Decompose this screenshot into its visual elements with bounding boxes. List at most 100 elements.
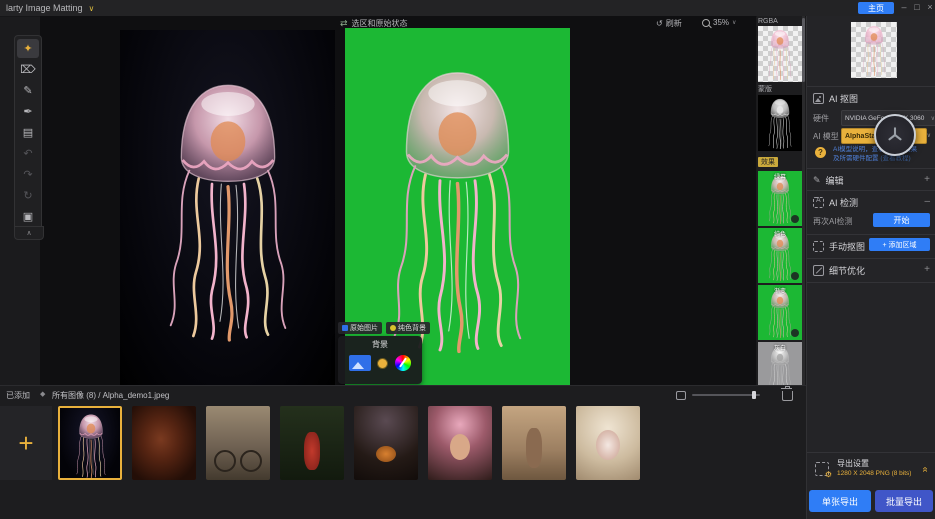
ai-matting-icon — [813, 93, 824, 104]
minimize-button[interactable]: – — [898, 2, 910, 12]
pill-original-image[interactable]: 原始图片 — [338, 322, 382, 334]
export-batch-button[interactable]: 批量导出 — [875, 490, 933, 512]
marquee-tool[interactable]: ▣ — [17, 207, 39, 226]
app-title: larty Image Matting — [6, 3, 83, 13]
filmstrip-thumb-woman-with-bouquet[interactable] — [354, 406, 418, 480]
effect-thumb-3[interactable]: 渐变 — [758, 285, 802, 340]
result-preview-thumb[interactable] — [851, 22, 897, 78]
manual-matting-title: 手动抠图 — [829, 240, 865, 253]
effect-thumb-label: 绿幕 — [758, 172, 802, 181]
floating-logo-badge[interactable] — [874, 114, 916, 156]
refresh-label: 刷新 — [666, 18, 682, 29]
edit-section-header[interactable]: ✎ 编辑 — [813, 174, 844, 187]
filmstrip-thumb-jellyfish[interactable] — [58, 406, 122, 480]
delete-image-icon[interactable] — [782, 391, 793, 401]
add-image-button[interactable]: + — [0, 406, 52, 480]
effect-thumb-4[interactable]: 灰白 — [758, 342, 802, 385]
refresh-button[interactable]: ↺ 刷新 — [656, 18, 682, 29]
effects-label: 效果 — [758, 157, 778, 167]
export-settings-title: 导出设置 — [837, 458, 869, 469]
zoom-control[interactable]: 35% ∨ — [702, 18, 736, 27]
triskelion-logo-icon — [884, 124, 906, 146]
hardware-chevron-down-icon: ∨ — [931, 115, 935, 122]
effect-color-dot — [791, 329, 799, 337]
ai-detect-row-label: 再次AI检测 — [813, 216, 853, 227]
export-collapse-icon[interactable]: » — [920, 467, 931, 473]
eraser-icon: ⌦ — [20, 63, 36, 76]
toolbar-collapse[interactable]: ∧ — [14, 226, 44, 240]
marquee-icon: ▣ — [23, 210, 33, 223]
effects-scrollbar[interactable] — [802, 16, 805, 385]
model-chevron-down-icon: ∨ — [927, 132, 931, 139]
help-icon[interactable]: ? — [815, 147, 826, 158]
collapse-chevron-icon: ∧ — [26, 229, 31, 237]
ai-detect-title: AI 检测 — [829, 196, 858, 209]
effect-color-dot — [791, 215, 799, 223]
roller-tool[interactable]: ▤ — [17, 123, 39, 142]
pen-tool[interactable]: ✎ — [17, 81, 39, 100]
home-button[interactable]: 主页 — [858, 2, 894, 14]
add-region-button[interactable]: + 添加区域 — [869, 238, 930, 251]
thumb-size-slider[interactable] — [692, 394, 760, 396]
filmstrip-thumb-woman-flower-crown[interactable] — [428, 406, 492, 480]
detail-optimize-icon — [813, 265, 824, 276]
pill-original-label: 原始图片 — [350, 323, 378, 333]
effects-scrollbar-thumb[interactable] — [802, 18, 805, 82]
close-button[interactable]: × — [924, 2, 935, 12]
background-color-wheel-picker[interactable] — [395, 355, 411, 371]
magic-wand-tool[interactable]: ✦ — [17, 39, 39, 58]
background-image-option[interactable] — [349, 355, 371, 371]
manual-marquee-icon — [813, 241, 824, 252]
edit-title: 编辑 — [826, 174, 844, 187]
manual-matting-section-header[interactable]: 手动抠图 — [813, 240, 865, 253]
effect-thumb-2[interactable]: 纯色 — [758, 228, 802, 283]
refresh-icon: ↺ — [656, 19, 663, 28]
background-mode-pills: 原始图片 纯色背景 — [338, 322, 430, 334]
edit-pencil-icon: ✎ — [813, 175, 821, 186]
eraser-tool[interactable]: ⌦ — [17, 60, 39, 79]
breadcrumb[interactable]: 所有图像 (8) / Alpha_demo1.jpeg — [52, 390, 169, 401]
detail-expand-icon[interactable]: + — [924, 264, 930, 275]
pill-solid-color[interactable]: 纯色背景 — [386, 322, 430, 334]
maximize-button[interactable]: □ — [911, 2, 923, 12]
color-dot-icon — [390, 325, 396, 331]
app-window: larty Image Matting ∨ 主页 – □ × ⇄ 选区和原始状态… — [0, 0, 935, 519]
filmstrip-thumb-woman-with-roses[interactable] — [576, 406, 640, 480]
redo-button[interactable]: ↷ — [17, 165, 39, 184]
export-single-button[interactable]: 单张导出 — [809, 490, 871, 512]
thumb-size-slider-handle[interactable] — [752, 391, 756, 399]
detail-optimize-section-header[interactable]: 细节优化 — [813, 264, 865, 277]
ai-detect-start-button[interactable]: 开始 — [873, 213, 930, 227]
mask-preview-thumb[interactable] — [758, 95, 802, 151]
redo-icon: ↷ — [23, 168, 32, 181]
model-label: AI 模型 — [813, 131, 839, 142]
brush-tool[interactable]: ✒ — [17, 102, 39, 121]
added-tab[interactable]: 已添加 — [6, 390, 30, 401]
ai-detect-section-header[interactable]: A AI 检测 — [813, 196, 858, 209]
jellyfish-original-art — [148, 43, 308, 373]
ai-matting-section-header[interactable]: AI 抠图 — [813, 92, 858, 105]
app-menu-chevron-icon[interactable]: ∨ — [89, 4, 95, 13]
filmstrip-thumb-bicycle[interactable] — [206, 406, 270, 480]
effect-thumb-1[interactable]: 绿幕 — [758, 171, 802, 226]
jellyfish-mask-art — [761, 97, 799, 149]
mask-label: 蒙版 — [758, 84, 803, 94]
reset-button[interactable]: ↻ — [17, 186, 39, 205]
rgba-preview-thumb[interactable] — [758, 26, 802, 82]
edit-expand-icon[interactable]: + — [924, 174, 930, 185]
filmstrip-thumb-tree-roots[interactable] — [132, 406, 196, 480]
background-solid-color-option[interactable] — [377, 358, 388, 369]
background-panel-title: 背景 — [338, 339, 422, 350]
pill-solid-label: 纯色背景 — [398, 323, 426, 333]
ai-detect-collapse-icon[interactable]: – — [924, 196, 930, 207]
filmstrip-thumb-woman-in-garden[interactable] — [502, 406, 566, 480]
layer-preview-column: RGBA 蒙版 效果 绿幕 纯色 渐变 灰白 模糊 — [757, 16, 803, 385]
original-image[interactable] — [120, 30, 335, 385]
diamond-icon: ◆ — [40, 390, 45, 398]
canvas-area: ⇄ 选区和原始状态 ↺ 刷新 35% ∨ 原始图片 — [40, 16, 756, 385]
undo-button[interactable]: ↶ — [17, 144, 39, 163]
model-hint-more-link[interactable]: (查看教程) — [880, 155, 910, 162]
filmstrip-thumb-woman-red-dress-forest[interactable] — [280, 406, 344, 480]
effect-thumb-label: 渐变 — [758, 286, 802, 295]
rgba-label: RGBA — [758, 18, 803, 25]
